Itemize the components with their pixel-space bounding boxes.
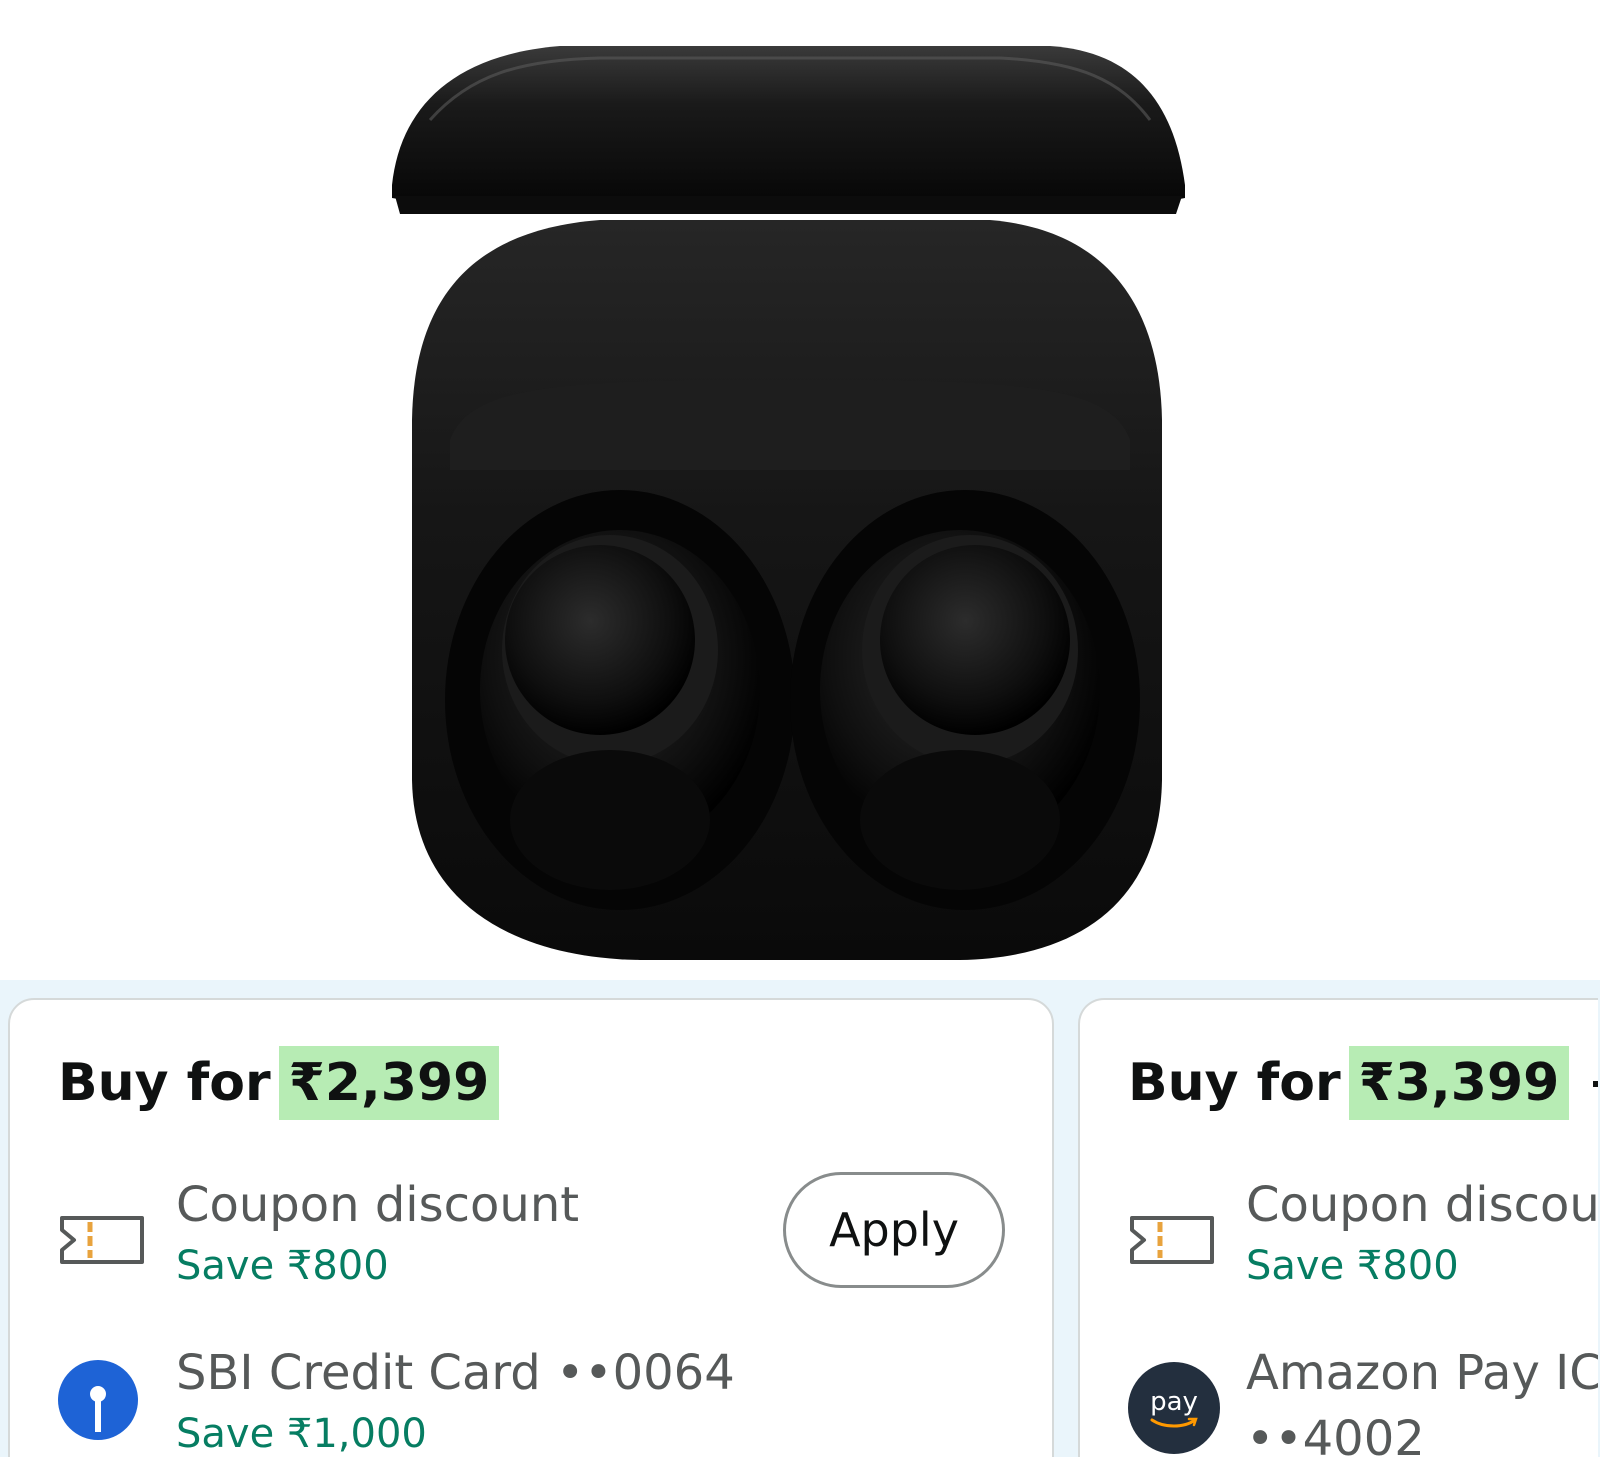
- coupon-title: Coupon discount: [176, 1177, 580, 1233]
- offer-card[interactable]: Buy for₹3,399 + Coupon discou Save ₹800: [1078, 998, 1598, 1457]
- coupon-savings: Save ₹800: [1246, 1243, 1459, 1289]
- coupon-offer-row: Coupon discount Save ₹800 Apply: [58, 1172, 1052, 1302]
- payment-savings: Save ₹1,000: [176, 1411, 427, 1457]
- buy-for-price-line: Buy for ₹2,399: [58, 1046, 500, 1120]
- offer-card[interactable]: Buy for ₹2,399 Coupon discount Save ₹800 …: [8, 998, 1054, 1457]
- coupon-icon: [58, 1192, 146, 1280]
- earbuds-case-image: [392, 46, 1185, 960]
- offers-carousel[interactable]: Buy for ₹2,399 Coupon discount Save ₹800 …: [0, 980, 1600, 1457]
- pay-logo-text: pay: [1150, 1387, 1198, 1417]
- coupon-title: Coupon discou: [1246, 1177, 1598, 1233]
- coupon-icon: [1128, 1192, 1216, 1280]
- payment-text: Amazon Pay IC ••4002: [1246, 1340, 1598, 1457]
- offer-price: ₹3,399: [1348, 1046, 1570, 1120]
- payment-card-digits: ••4002: [1246, 1411, 1425, 1457]
- offer-price: ₹2,399: [278, 1046, 500, 1120]
- product-image[interactable]: [0, 0, 1600, 980]
- payment-method-title: SBI Credit Card ••0064: [176, 1345, 735, 1401]
- payment-text: SBI Credit Card ••0064 Save ₹1,000: [176, 1340, 735, 1457]
- amazon-pay-logo-icon: pay: [1128, 1362, 1220, 1454]
- apply-coupon-button[interactable]: Apply: [783, 1172, 1005, 1288]
- payment-offer-row: pay Amazon Pay IC ••4002: [1128, 1340, 1598, 1457]
- coupon-offer-row: Coupon discou Save ₹800: [1128, 1172, 1598, 1302]
- price-plus-sign: +: [1587, 1053, 1598, 1113]
- buy-for-label: Buy for: [58, 1053, 271, 1113]
- coupon-savings: Save ₹800: [176, 1243, 389, 1289]
- payment-offer-row: SBI Credit Card ••0064 Save ₹1,000: [58, 1340, 1052, 1457]
- payment-method-title: Amazon Pay IC: [1246, 1345, 1598, 1401]
- coupon-text: Coupon discount Save ₹800: [176, 1172, 579, 1294]
- sbi-logo-icon: [58, 1360, 146, 1448]
- buy-for-price-line: Buy for₹3,399 +: [1128, 1046, 1598, 1120]
- product-page: Buy for ₹2,399 Coupon discount Save ₹800 …: [0, 0, 1600, 1457]
- buy-for-label: Buy for: [1128, 1053, 1341, 1113]
- coupon-text: Coupon discou Save ₹800: [1246, 1172, 1598, 1294]
